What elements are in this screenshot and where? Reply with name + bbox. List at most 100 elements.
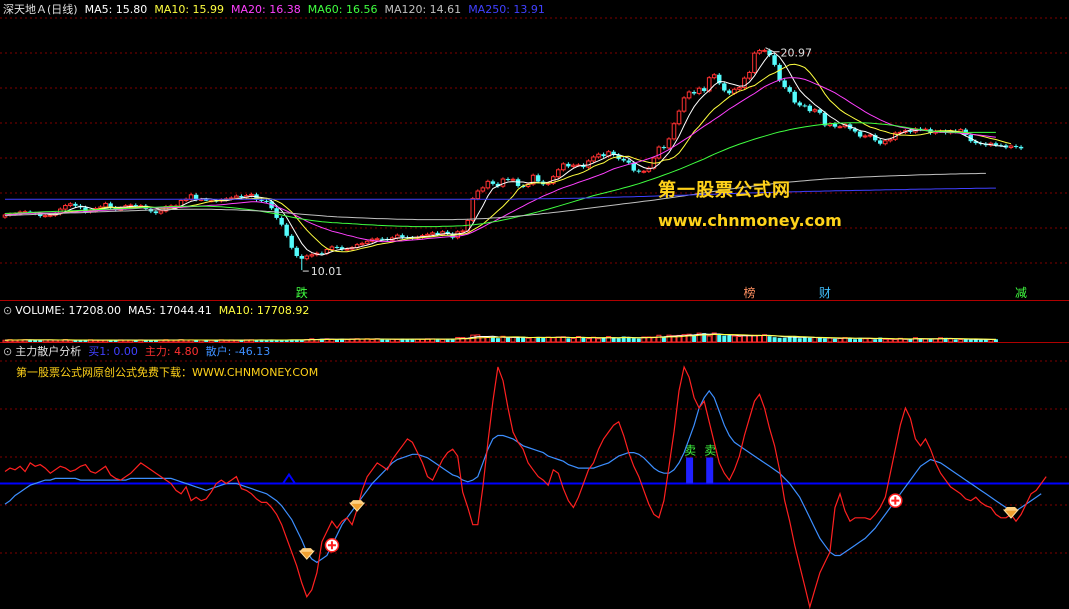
volume-bar (902, 338, 908, 343)
candle-body (47, 214, 53, 217)
candle-body (234, 195, 239, 199)
diamond-icon (350, 500, 365, 504)
candle-body (63, 205, 68, 210)
candle-body (792, 91, 797, 103)
ma-legend-item: MA60: 16.56 (307, 3, 378, 16)
volume-bar (717, 334, 722, 342)
candle-body (681, 97, 687, 112)
volume-bar (440, 338, 446, 343)
volume-bars[interactable] (2, 332, 998, 343)
candle-body (73, 203, 78, 206)
volume-bar (566, 338, 571, 342)
volume-bar (506, 337, 510, 342)
candle-body (264, 200, 269, 202)
candle-body (676, 110, 682, 125)
candle-body (289, 235, 294, 248)
volume-bar (757, 335, 762, 343)
candle-body (374, 238, 380, 241)
volume-bar (892, 338, 898, 343)
candle-body (812, 109, 818, 112)
candle-body (556, 169, 561, 178)
promo-text: 第一股票公式网原创公式免费下载：WWW.CHNMONEY.COM (16, 366, 319, 379)
candle-body (802, 105, 807, 107)
volume-bar (887, 338, 893, 343)
candle-body (294, 247, 299, 256)
candle-body (591, 156, 596, 162)
candle-body (561, 163, 566, 171)
volume-bar (394, 338, 400, 343)
candle-body (596, 153, 601, 158)
candle-body (430, 232, 435, 235)
candle-body (777, 64, 782, 81)
volume-bar (419, 338, 425, 343)
volume-bar (264, 340, 269, 342)
candle-body (621, 158, 626, 161)
sell-bar (706, 457, 714, 484)
volume-bar (746, 334, 752, 343)
candle-body (103, 202, 108, 208)
candle-body (686, 91, 692, 99)
volume-bar (550, 337, 556, 343)
candle-body (666, 138, 672, 149)
candle-body (701, 88, 707, 91)
ma-legend-item: MA10: 15.99 (154, 3, 225, 16)
watermark-title: 第一股票公式网 (658, 180, 791, 201)
ma-legend-item: MA250: 13.91 (468, 3, 545, 16)
candle-body (867, 134, 873, 137)
candle-body (490, 181, 496, 184)
candle-body (279, 217, 284, 225)
volume-bar (485, 336, 491, 343)
candle-body (711, 74, 717, 79)
volume-ma5: MA5: 17044.41 (127, 304, 212, 317)
volume-bar (802, 337, 807, 342)
candle-body (878, 140, 883, 144)
ma-legend-item: MA20: 16.38 (231, 3, 301, 16)
event-tag: 榜 (743, 285, 755, 300)
volume-bar (837, 337, 843, 343)
candle-body (656, 146, 662, 159)
main-force-line (4, 365, 1047, 609)
volume-bar (661, 337, 666, 342)
volume-bar (369, 339, 375, 343)
volume-bar (958, 339, 964, 343)
candle-body (475, 190, 481, 200)
ma-line-ma60 (4, 122, 996, 228)
candle-body (727, 90, 732, 94)
settings-icon[interactable]: ⊙ (3, 304, 12, 317)
candle-body (400, 235, 405, 238)
candle-body (832, 123, 838, 127)
volume-bar (631, 338, 636, 342)
watermark-url: www.chnmoney.com (658, 211, 842, 230)
indicator-name: 主力散户分析 (15, 345, 82, 358)
volume-bar (953, 339, 958, 342)
candle-body (515, 179, 521, 186)
candle-body (259, 199, 264, 201)
volume-bar (873, 339, 878, 342)
volume-bar (727, 335, 732, 342)
candle-body (566, 163, 571, 167)
candle-body (691, 92, 697, 94)
candle-body (68, 203, 73, 207)
candlesticks[interactable] (2, 48, 1024, 271)
period-label: (日线) (47, 3, 78, 16)
volume-bar (933, 338, 939, 343)
candle-body (334, 246, 340, 248)
candle-body (752, 52, 757, 73)
settings-icon[interactable]: ⊙ (3, 345, 12, 358)
candle-body (364, 240, 370, 244)
volume-value: VOLUME: 17208.00 (15, 304, 121, 317)
volume-bar (782, 337, 787, 342)
zero-line-spike (282, 472, 296, 485)
volume-bar (722, 335, 727, 342)
candle-body (344, 248, 350, 251)
candle-body (359, 242, 365, 246)
candle-body (782, 80, 787, 88)
candle-body (882, 140, 888, 145)
indicator-header: ⊙ 主力散户分析 买1: 0.00 主力: 4.80 散户: -46.13 (3, 345, 277, 359)
ma-line-ma250 (5, 187, 996, 200)
volume-bar (882, 338, 888, 343)
stock-chart-window: 20.97 10.01 跌 榜 财 减 卖卖 深天地Ａ(日线) MA5: 15.80 MA10… (0, 0, 1069, 609)
volume-header: ⊙ VOLUME: 17208.00 MA5: 17044.41 MA10: 1770… (3, 304, 316, 318)
volume-bar (495, 338, 500, 342)
candle-body (857, 131, 863, 137)
